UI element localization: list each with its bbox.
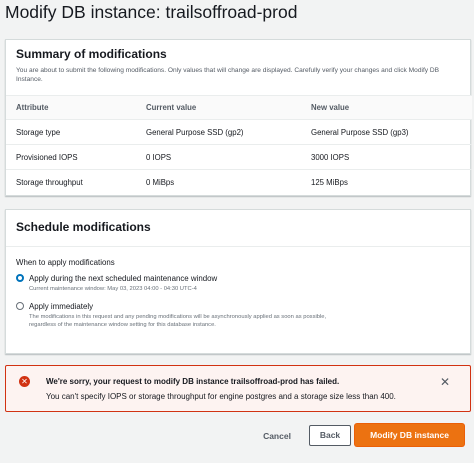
summary-description: You are about to submit the following mo… xyxy=(16,67,440,83)
option-description: Current maintenance window: May 03, 2023… xyxy=(29,286,197,292)
error-icon: ✕ xyxy=(19,376,30,387)
table-header-row: Attribute Current value New value xyxy=(6,95,472,120)
close-icon[interactable]: ✕ xyxy=(440,376,450,388)
summary-panel: Summary of modifications You are about t… xyxy=(5,39,472,196)
new-value-cell: 3000 IOPS xyxy=(301,144,472,170)
attribute-cell: Storage type xyxy=(16,127,61,137)
column-header-current-value: Current value xyxy=(136,95,301,120)
option-description: The modifications in this request and an… xyxy=(29,313,327,329)
option-label[interactable]: Apply during the next scheduled maintena… xyxy=(29,274,460,283)
schedule-panel: Schedule modifications When to apply mod… xyxy=(5,209,471,354)
current-value-cell: 0 IOPS xyxy=(136,144,301,170)
current-value-cell: 0 MiBps xyxy=(136,169,301,195)
table-row: Provisioned IOPS 0 IOPS 3000 IOPS xyxy=(6,144,472,170)
alert-message: You can't specify IOPS or storage throug… xyxy=(46,392,396,401)
radio-selected-icon[interactable] xyxy=(16,274,24,282)
radio-unselected-icon[interactable] xyxy=(16,301,24,310)
error-alert: ✕ We're sorry, your request to modify DB… xyxy=(5,365,471,412)
back-button[interactable]: Back xyxy=(309,425,351,446)
table-row: Storage throughput 0 MiBps 125 MiBps xyxy=(6,169,472,195)
apply-maintenance-window-option[interactable]: Apply during the next scheduled maintena… xyxy=(16,274,460,294)
attribute-cell: Storage throughput xyxy=(6,169,136,195)
attribute-cell: Provisioned IOPS xyxy=(6,144,136,170)
summary-title: Summary of modifications xyxy=(16,47,167,61)
modify-db-instance-button[interactable]: Modify DB instance xyxy=(355,424,464,446)
schedule-title: Schedule modifications xyxy=(16,220,151,234)
new-value-cell: General Purpose SSD (gp3) xyxy=(311,127,409,137)
current-value-cell: General Purpose SSD (gp2) xyxy=(146,127,244,137)
column-header-attribute: Attribute xyxy=(6,95,136,120)
new-value-cell: 125 MiBps xyxy=(301,169,472,195)
schedule-body: When to apply modifications Apply during… xyxy=(6,246,470,353)
alert-title: We're sorry, your request to modify DB i… xyxy=(46,377,340,386)
cancel-button[interactable]: Cancel xyxy=(251,428,303,444)
column-header-new-value: New value xyxy=(301,95,472,120)
summary-header: Summary of modifications You are about t… xyxy=(6,40,470,95)
option-label[interactable]: Apply immediately xyxy=(29,302,460,311)
when-to-apply-label: When to apply modifications xyxy=(16,258,115,267)
table-row: Storage type General Purpose SSD (gp2) G… xyxy=(6,120,472,145)
modifications-table: Attribute Current value New value Storag… xyxy=(6,95,472,195)
apply-immediately-option[interactable]: Apply immediately The modifications in t… xyxy=(16,301,460,330)
page-title: Modify DB instance: trailsoffroad-prod xyxy=(5,2,298,22)
